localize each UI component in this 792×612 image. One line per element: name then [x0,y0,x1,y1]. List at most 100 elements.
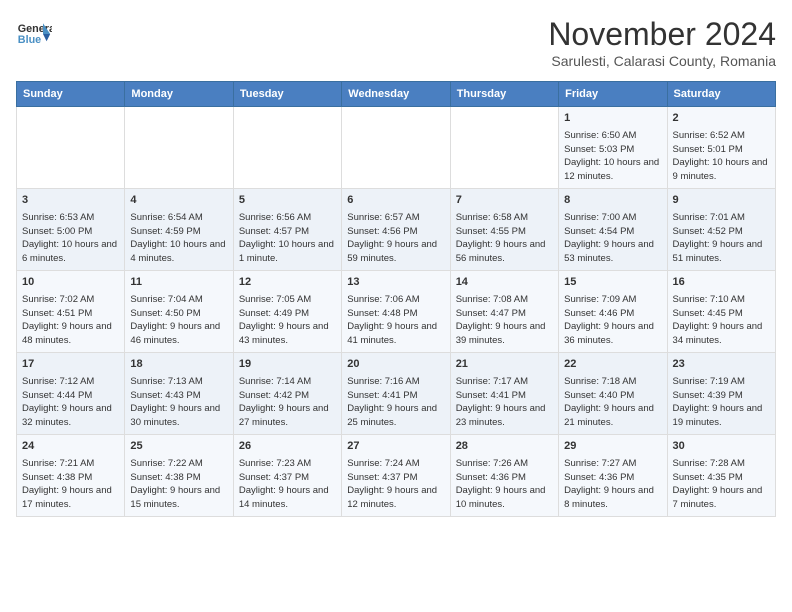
svg-text:Blue: Blue [18,34,41,46]
day-info: Daylight: 9 hours and 15 minutes. [130,484,227,512]
calendar-cell: 22Sunrise: 7:18 AMSunset: 4:40 PMDayligh… [559,353,667,435]
calendar-cell: 20Sunrise: 7:16 AMSunset: 4:41 PMDayligh… [342,353,450,435]
day-info: Daylight: 9 hours and 43 minutes. [239,320,336,348]
day-info: Sunset: 4:52 PM [673,225,770,239]
logo-icon: General Blue [16,16,52,52]
day-info: Sunset: 4:54 PM [564,225,661,239]
logo: General Blue [16,16,52,52]
calendar-cell [125,107,233,189]
day-number: 8 [564,193,661,209]
day-info: Daylight: 9 hours and 19 minutes. [673,402,770,430]
calendar-cell: 12Sunrise: 7:05 AMSunset: 4:49 PMDayligh… [233,271,341,353]
calendar-week-row: 17Sunrise: 7:12 AMSunset: 4:44 PMDayligh… [17,353,776,435]
day-info: Daylight: 9 hours and 14 minutes. [239,484,336,512]
calendar-cell: 2Sunrise: 6:52 AMSunset: 5:01 PMDaylight… [667,107,775,189]
day-info: Sunset: 4:57 PM [239,225,336,239]
day-info: Daylight: 9 hours and 53 minutes. [564,238,661,266]
calendar-cell: 7Sunrise: 6:58 AMSunset: 4:55 PMDaylight… [450,189,558,271]
day-info: Daylight: 9 hours and 12 minutes. [347,484,444,512]
day-number: 29 [564,439,661,455]
day-info: Daylight: 9 hours and 59 minutes. [347,238,444,266]
day-info: Sunrise: 7:01 AM [673,211,770,225]
day-number: 17 [22,357,119,373]
day-info: Daylight: 9 hours and 30 minutes. [130,402,227,430]
day-info: Daylight: 10 hours and 1 minute. [239,238,336,266]
day-number: 21 [456,357,553,373]
day-info: Sunset: 4:39 PM [673,389,770,403]
calendar-body: 1Sunrise: 6:50 AMSunset: 5:03 PMDaylight… [17,107,776,517]
day-info: Sunset: 4:46 PM [564,307,661,321]
day-info: Daylight: 9 hours and 23 minutes. [456,402,553,430]
day-info: Daylight: 9 hours and 21 minutes. [564,402,661,430]
day-info: Daylight: 9 hours and 27 minutes. [239,402,336,430]
day-info: Daylight: 10 hours and 9 minutes. [673,156,770,184]
day-number: 15 [564,275,661,291]
day-number: 30 [673,439,770,455]
calendar-cell [342,107,450,189]
weekday-header-thursday: Thursday [450,82,558,107]
calendar-cell: 25Sunrise: 7:22 AMSunset: 4:38 PMDayligh… [125,435,233,517]
calendar-cell: 16Sunrise: 7:10 AMSunset: 4:45 PMDayligh… [667,271,775,353]
day-info: Sunset: 4:43 PM [130,389,227,403]
weekday-header-friday: Friday [559,82,667,107]
calendar-cell: 9Sunrise: 7:01 AMSunset: 4:52 PMDaylight… [667,189,775,271]
day-info: Daylight: 9 hours and 10 minutes. [456,484,553,512]
day-info: Sunrise: 7:28 AM [673,457,770,471]
calendar-cell: 10Sunrise: 7:02 AMSunset: 4:51 PMDayligh… [17,271,125,353]
day-info: Sunset: 4:44 PM [22,389,119,403]
day-info: Sunrise: 6:54 AM [130,211,227,225]
day-number: 23 [673,357,770,373]
calendar-cell: 27Sunrise: 7:24 AMSunset: 4:37 PMDayligh… [342,435,450,517]
calendar-cell: 18Sunrise: 7:13 AMSunset: 4:43 PMDayligh… [125,353,233,435]
day-info: Sunrise: 6:56 AM [239,211,336,225]
day-info: Sunrise: 7:26 AM [456,457,553,471]
day-info: Sunrise: 7:08 AM [456,293,553,307]
day-info: Daylight: 10 hours and 6 minutes. [22,238,119,266]
month-title: November 2024 [548,16,776,53]
day-info: Sunset: 4:56 PM [347,225,444,239]
day-info: Sunset: 4:50 PM [130,307,227,321]
day-number: 20 [347,357,444,373]
day-info: Sunrise: 7:24 AM [347,457,444,471]
day-info: Sunrise: 7:21 AM [22,457,119,471]
calendar-cell: 13Sunrise: 7:06 AMSunset: 4:48 PMDayligh… [342,271,450,353]
day-info: Sunset: 4:35 PM [673,471,770,485]
day-number: 13 [347,275,444,291]
day-number: 4 [130,193,227,209]
calendar-cell [233,107,341,189]
day-number: 19 [239,357,336,373]
calendar-header: SundayMondayTuesdayWednesdayThursdayFrid… [17,82,776,107]
day-info: Daylight: 10 hours and 4 minutes. [130,238,227,266]
day-info: Sunset: 4:55 PM [456,225,553,239]
day-info: Sunset: 4:38 PM [130,471,227,485]
day-number: 6 [347,193,444,209]
weekday-header-monday: Monday [125,82,233,107]
day-info: Daylight: 9 hours and 51 minutes. [673,238,770,266]
day-number: 5 [239,193,336,209]
day-info: Sunrise: 7:23 AM [239,457,336,471]
day-info: Sunrise: 7:27 AM [564,457,661,471]
calendar-cell: 5 Sunrise: 6:56 AMSunset: 4:57 PMDaylight… [233,189,341,271]
calendar-cell: 15Sunrise: 7:09 AMSunset: 4:46 PMDayligh… [559,271,667,353]
day-info: Sunset: 4:42 PM [239,389,336,403]
day-info: Sunset: 5:01 PM [673,143,770,157]
page-header: General Blue November 2024 Sarulesti, Ca… [16,16,776,69]
calendar-cell [450,107,558,189]
calendar-cell: 11Sunrise: 7:04 AMSunset: 4:50 PMDayligh… [125,271,233,353]
day-info: Sunrise: 6:53 AM [22,211,119,225]
day-number: 2 [673,111,770,127]
day-info: Daylight: 9 hours and 34 minutes. [673,320,770,348]
day-info: Daylight: 9 hours and 41 minutes. [347,320,444,348]
day-info: Sunrise: 7:05 AM [239,293,336,307]
day-number: 18 [130,357,227,373]
weekday-header-wednesday: Wednesday [342,82,450,107]
weekday-header-sunday: Sunday [17,82,125,107]
day-info: Sunrise: 7:18 AM [564,375,661,389]
title-block: November 2024 Sarulesti, Calarasi County… [548,16,776,69]
calendar-week-row: 1Sunrise: 6:50 AMSunset: 5:03 PMDaylight… [17,107,776,189]
day-info: Daylight: 9 hours and 8 minutes. [564,484,661,512]
day-number: 25 [130,439,227,455]
day-info: Sunrise: 7:16 AM [347,375,444,389]
day-info: Sunrise: 6:57 AM [347,211,444,225]
calendar-cell: 6 Sunrise: 6:57 AMSunset: 4:56 PMDaylight… [342,189,450,271]
